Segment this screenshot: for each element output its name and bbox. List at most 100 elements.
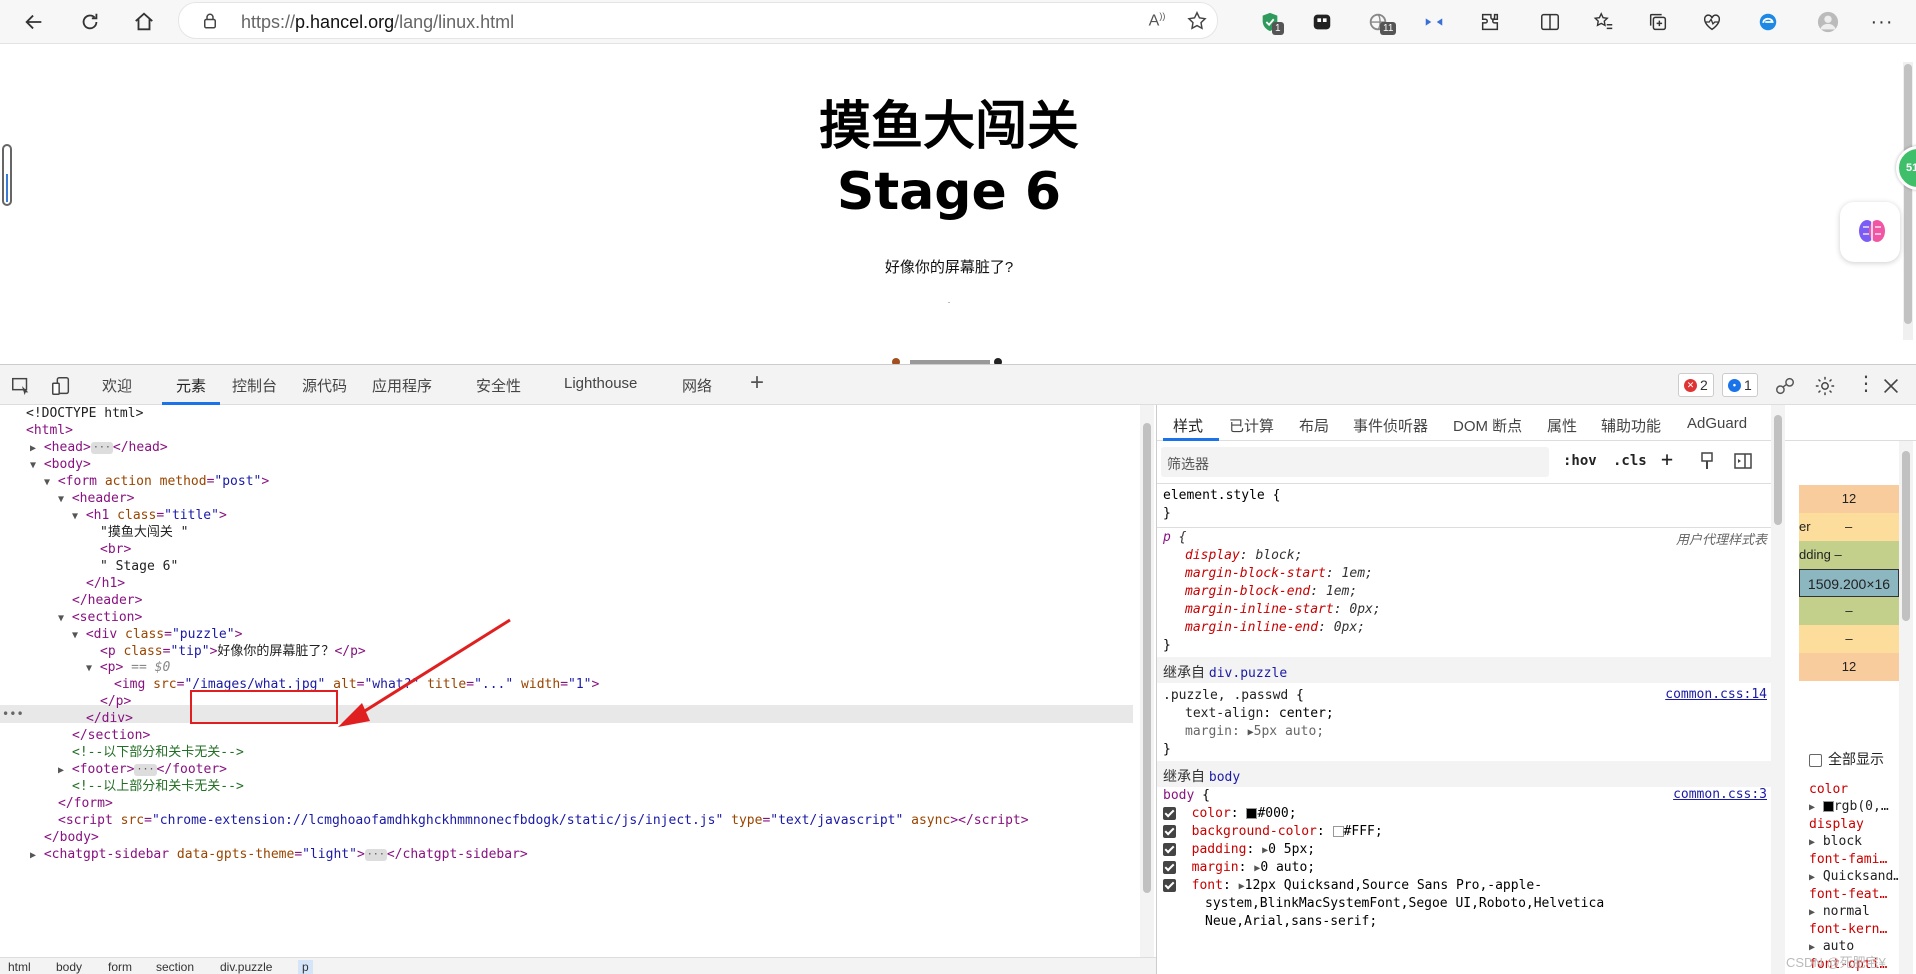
inherited-selector-body[interactable]: body bbox=[1209, 770, 1240, 785]
source-link-common-14[interactable]: common.css:14 bbox=[1665, 687, 1767, 702]
tab-elements[interactable]: 元素 bbox=[176, 375, 206, 396]
computed-font-family[interactable]: font-fami… bbox=[1809, 851, 1887, 868]
prop-text-align[interactable]: text-align: center; bbox=[1185, 705, 1334, 723]
connection-icon[interactable] bbox=[1774, 375, 1796, 397]
devtools-more-icon[interactable]: ⋮ bbox=[1856, 371, 1876, 396]
collections-button[interactable] bbox=[1642, 6, 1674, 38]
source-link-common-3[interactable]: common.css:3 bbox=[1673, 787, 1767, 802]
box-margin-top[interactable]: 12 bbox=[1799, 485, 1899, 513]
paint-brush-icon[interactable] bbox=[1697, 451, 1717, 471]
prop-checkbox[interactable] bbox=[1163, 843, 1176, 856]
refresh-button[interactable] bbox=[74, 6, 106, 38]
prop-color[interactable]: color: #000; bbox=[1163, 805, 1297, 823]
prop-padding[interactable]: padding: ▶0 5px; bbox=[1163, 841, 1315, 859]
tab-properties[interactable]: 属性 bbox=[1547, 415, 1577, 436]
prop-checkbox[interactable] bbox=[1163, 825, 1176, 838]
page-scrollbar[interactable] bbox=[1903, 62, 1913, 340]
tab-adguard[interactable]: AdGuard bbox=[1687, 415, 1747, 432]
home-button[interactable] bbox=[128, 6, 160, 38]
box-padding[interactable]: dding – bbox=[1799, 541, 1899, 569]
profile-button[interactable] bbox=[1812, 6, 1844, 38]
box-border-bottom[interactable]: – bbox=[1799, 625, 1899, 653]
breadcrumb-body[interactable]: body bbox=[56, 960, 82, 974]
node-body-close[interactable]: </body> bbox=[44, 829, 99, 847]
address-bar[interactable]: https://p.hancel.org/lang/linux.html A)) bbox=[178, 2, 1218, 39]
favorite-button[interactable] bbox=[1181, 5, 1213, 37]
message-count-badge[interactable]: • 1 bbox=[1722, 373, 1758, 397]
new-rule-icon[interactable]: + bbox=[1661, 447, 1673, 471]
breadcrumb-section[interactable]: section bbox=[156, 960, 194, 974]
node-h1-close[interactable]: </h1> bbox=[86, 575, 125, 593]
inspect-icon[interactable] bbox=[10, 375, 32, 397]
node-section[interactable]: ▼ <section> bbox=[58, 609, 142, 627]
tab-dom-breakpoints[interactable]: DOM 断点 bbox=[1453, 415, 1522, 436]
read-aloud-button[interactable]: A)) bbox=[1141, 5, 1173, 37]
more-menu-button[interactable]: ··· bbox=[1866, 6, 1898, 38]
computed-color-value[interactable]: ▶ rgb(0,… bbox=[1809, 798, 1889, 816]
inherited-selector-puzzle[interactable]: div.puzzle bbox=[1209, 666, 1287, 681]
device-toggle-icon[interactable] bbox=[50, 375, 72, 397]
computed-font-feature[interactable]: font-feat… bbox=[1809, 886, 1887, 903]
color-swatch[interactable] bbox=[1246, 808, 1258, 819]
computed-font-family-value[interactable]: ▶ Quicksand… bbox=[1809, 868, 1901, 886]
close-icon[interactable] bbox=[1880, 375, 1902, 397]
prop-background-color[interactable]: background-color: #FFF; bbox=[1163, 823, 1383, 841]
node-h1[interactable]: ▼ <h1 class="title"> bbox=[72, 507, 227, 525]
prop-checkbox[interactable] bbox=[1163, 879, 1176, 892]
node-doctype[interactable]: <!DOCTYPE html> bbox=[26, 405, 143, 423]
extension-button[interactable] bbox=[1306, 6, 1338, 38]
node-form[interactable]: ▼ <form action method="post"> bbox=[44, 473, 269, 491]
tab-security[interactable]: 安全性 bbox=[476, 375, 521, 396]
tab-sources[interactable]: 源代码 bbox=[302, 375, 347, 396]
ua-prop-margin-block-start[interactable]: margin-block-start: 1em; bbox=[1185, 565, 1373, 583]
node-header-close[interactable]: </header> bbox=[72, 592, 142, 610]
node-text-title[interactable]: "摸鱼大闯关 " bbox=[100, 524, 188, 542]
node-body[interactable]: ▼ <body> bbox=[30, 456, 91, 474]
hov-toggle[interactable]: :hov bbox=[1563, 453, 1597, 469]
node-html[interactable]: <html> bbox=[26, 422, 73, 440]
color-swatch[interactable] bbox=[1332, 826, 1344, 837]
prop-margin-body[interactable]: margin: ▶0 auto; bbox=[1163, 859, 1315, 877]
box-margin-bottom[interactable]: 12 bbox=[1799, 653, 1899, 681]
ua-prop-display[interactable]: display: block; bbox=[1185, 547, 1302, 565]
favorites-button[interactable] bbox=[1588, 6, 1620, 38]
node-comment-1[interactable]: <!--以下部分和关卡无关--> bbox=[72, 744, 244, 762]
computed-color[interactable]: color bbox=[1809, 781, 1848, 798]
node-head[interactable]: ▶ <head> ··· </head> bbox=[30, 439, 168, 457]
node-form-close[interactable]: </form> bbox=[58, 795, 113, 813]
tab-network[interactable]: 网络 bbox=[682, 375, 712, 396]
ua-prop-margin-block-end[interactable]: margin-block-end: 1em; bbox=[1185, 583, 1357, 601]
node-text-stage[interactable]: " Stage 6" bbox=[100, 558, 178, 576]
sidebar-toggle-icon[interactable] bbox=[1733, 451, 1753, 471]
ua-prop-margin-inline-start[interactable]: margin-inline-start: 0px; bbox=[1185, 601, 1381, 619]
prop-checkbox[interactable] bbox=[1163, 861, 1176, 874]
box-padding-bottom[interactable]: – bbox=[1799, 597, 1899, 625]
tab-layout[interactable]: 布局 bbox=[1299, 415, 1329, 436]
ua-rule-selector[interactable]: p { bbox=[1163, 529, 1186, 547]
tab-accessibility[interactable]: 辅助功能 bbox=[1601, 415, 1661, 436]
styles-scrollbar[interactable] bbox=[1771, 405, 1785, 974]
breadcrumb-html[interactable]: html bbox=[8, 960, 31, 974]
node-comment-2[interactable]: <!--以上部分和关卡无关--> bbox=[72, 778, 244, 796]
node-chatgpt-sidebar[interactable]: ▶ <chatgpt-sidebar data-gpts-theme="ligh… bbox=[30, 846, 528, 864]
styles-filter-input[interactable]: 筛选器 bbox=[1161, 447, 1549, 477]
error-count-badge[interactable]: ✕ 2 bbox=[1678, 373, 1714, 397]
tab-styles[interactable]: 样式 bbox=[1173, 415, 1203, 436]
health-button[interactable] bbox=[1696, 6, 1728, 38]
tab-console[interactable]: 控制台 bbox=[232, 375, 277, 396]
node-p-close[interactable]: </p> bbox=[100, 693, 131, 711]
edge-button[interactable] bbox=[1752, 6, 1784, 38]
breadcrumb-form[interactable]: form bbox=[108, 960, 132, 974]
prop-margin-puzzle[interactable]: margin: ▶5px auto; bbox=[1185, 723, 1324, 741]
node-actions-icon[interactable]: ••• bbox=[2, 705, 24, 723]
tab-welcome[interactable]: 欢迎 bbox=[102, 375, 132, 396]
node-p-selected[interactable]: ▼ <p> == $0 bbox=[86, 659, 170, 677]
extensions-button[interactable] bbox=[1474, 6, 1506, 38]
lock-icon[interactable] bbox=[201, 12, 219, 30]
tab-event-listeners[interactable]: 事件侦听器 bbox=[1353, 415, 1428, 436]
style-rules-list[interactable]: element.style { } p { 用户代理样式表 display: b… bbox=[1157, 483, 1771, 973]
side-badge[interactable]: 51 bbox=[1896, 146, 1916, 190]
elements-scrollbar-thumb[interactable] bbox=[1143, 423, 1151, 893]
node-footer[interactable]: ▶ <footer> ··· </footer> bbox=[58, 761, 227, 779]
tab-lighthouse[interactable]: Lighthouse bbox=[564, 375, 637, 392]
